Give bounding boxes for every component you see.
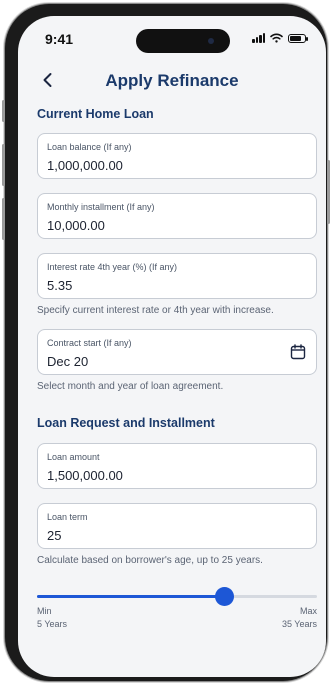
contract-start-value[interactable]: Dec 20: [47, 354, 88, 369]
interest-rate-field[interactable]: Interest rate 4th year (%) (If any) 5.35: [37, 253, 317, 299]
loan-balance-field[interactable]: Loan balance (If any) 1,000,000.00: [37, 133, 317, 179]
slider-max-label: Max: [299, 606, 317, 616]
volume-up-button: [2, 144, 5, 186]
power-button: [327, 160, 330, 224]
wifi-icon: [270, 33, 283, 43]
section-current-loan: Current Home Loan: [37, 107, 154, 121]
interest-rate-hint: Specify current interest rate or 4th yea…: [37, 305, 274, 316]
contract-start-field[interactable]: Contract start (If any) Dec 20: [37, 329, 317, 375]
slider-max-value: 35 Years: [281, 619, 317, 629]
loan-term-label: Loan term: [47, 512, 88, 522]
loan-balance-value[interactable]: 1,000,000.00: [47, 158, 123, 173]
slider-fill: [37, 595, 224, 598]
loan-term-field[interactable]: Loan term 25: [37, 503, 317, 549]
volume-down-button: [2, 198, 5, 240]
page-title: Apply Refinance: [105, 71, 239, 90]
loan-balance-label: Loan balance (If any): [47, 142, 132, 152]
top-nav: Apply Refinance: [18, 64, 326, 98]
status-icons: [252, 32, 308, 44]
camera-icon: [208, 38, 214, 44]
slider-thumb[interactable]: [214, 587, 234, 606]
battery-icon: [288, 33, 308, 43]
loan-term-value[interactable]: 25: [47, 528, 61, 543]
signal-icon: [252, 33, 265, 43]
contract-start-label: Contract start (If any): [47, 338, 132, 348]
calendar-icon[interactable]: [290, 344, 306, 360]
loan-term-hint: Calculate based on borrower's age, up to…: [37, 555, 263, 566]
slider-min-value: 5 Years: [37, 619, 68, 629]
app-screen: 9:41 Apply Refinance Current Home Loan L…: [18, 16, 326, 677]
loan-amount-label: Loan amount: [47, 452, 100, 462]
interest-rate-value[interactable]: 5.35: [47, 278, 72, 293]
mute-switch: [2, 100, 5, 122]
interest-rate-label: Interest rate 4th year (%) (If any): [47, 262, 178, 272]
monthly-installment-label: Monthly installment (If any): [47, 202, 155, 212]
section-loan-request: Loan Request and Installment: [37, 416, 215, 430]
status-time: 9:41: [45, 31, 74, 47]
monthly-installment-field[interactable]: Monthly installment (If any) 10,000.00: [37, 193, 317, 239]
dynamic-island: [136, 29, 230, 53]
loan-term-slider[interactable]: [37, 587, 317, 606]
loan-amount-field[interactable]: Loan amount 1,500,000.00: [37, 443, 317, 489]
loan-amount-value[interactable]: 1,500,000.00: [47, 468, 123, 483]
monthly-installment-value[interactable]: 10,000.00: [47, 218, 105, 233]
slider-min-label: Min: [37, 606, 52, 616]
contract-start-hint: Select month and year of loan agreement.: [37, 381, 224, 392]
status-bar: 9:41: [18, 16, 326, 60]
